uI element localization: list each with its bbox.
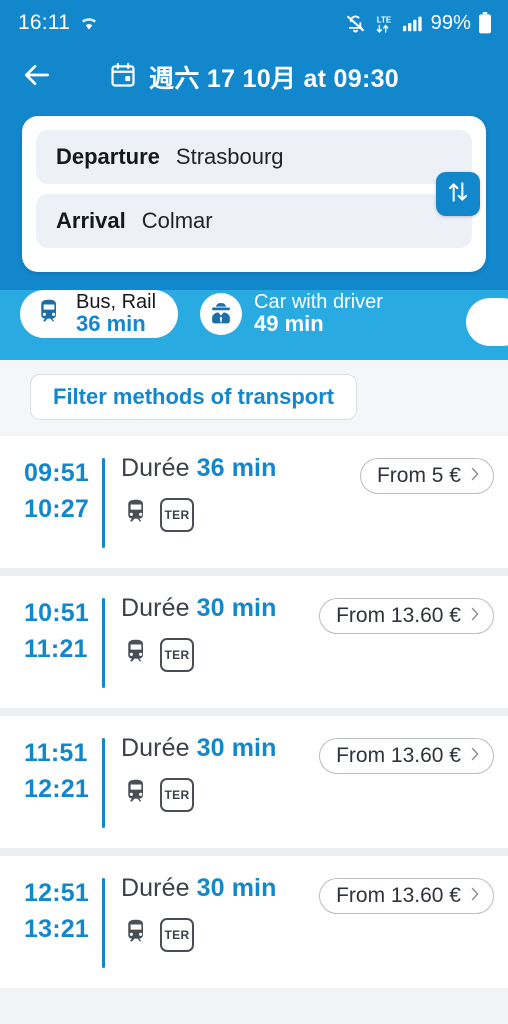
transport-mode-duration: 36 min [76, 310, 146, 336]
swap-vertical-icon [445, 179, 471, 210]
journey-price-button[interactable]: From 13.60 € [319, 878, 494, 914]
journey-times: 12:51 13:21 [16, 874, 102, 947]
departure-value: Strasbourg [175, 144, 284, 169]
chevron-right-icon [469, 606, 481, 627]
arrival-value: Colmar [141, 208, 213, 233]
duration-label: Durée [121, 594, 190, 622]
journey-badges: TER [121, 917, 492, 952]
wifi-icon [79, 13, 99, 33]
battery-full-icon [478, 12, 492, 34]
transport-mode-chip-bus-rail[interactable]: Bus, Rail 36 min [20, 290, 179, 338]
arrival-field[interactable]: Arrival Colmar [36, 194, 472, 248]
lte-network-icon: LTE [373, 13, 395, 34]
departure-field[interactable]: Departure Strasbourg [36, 130, 472, 184]
calendar-icon [109, 61, 137, 94]
battery-percent-label: 99% [430, 11, 471, 34]
back-arrow-icon [21, 59, 53, 96]
app-root: 16:11 LTE 99% 週六 17 10月 at 09:30 Departu… [0, 0, 508, 1024]
departure-time: 11:51 [24, 739, 88, 767]
duration-label: Durée [121, 874, 190, 902]
departure-time: 10:51 [24, 599, 89, 627]
mute-bell-icon [345, 13, 366, 34]
journey-times: 09:51 10:27 [16, 454, 102, 527]
status-bar: 16:11 LTE 99% [0, 0, 508, 46]
search-zone: Departure Strasbourg Arrival Colmar [0, 108, 508, 290]
signal-bars-icon [402, 13, 424, 33]
journey-price-label: From 13.60 € [336, 884, 461, 907]
departure-time: 12:51 [24, 879, 89, 907]
status-bar-left: 16:11 [18, 11, 99, 35]
arrival-label: Arrival [56, 208, 126, 233]
transport-modes-bar: Bus, Rail 36 min Car with driver 49 min [0, 290, 508, 360]
chevron-right-icon [469, 746, 481, 767]
filter-bar: Filter methods of transport [0, 360, 508, 436]
more-transport-icon [472, 301, 508, 343]
transport-mode-chip-next-partial[interactable] [466, 298, 508, 346]
journey-result-row[interactable]: 11:51 12:21 Durée 30 min TER From 13.60 … [0, 716, 508, 848]
journey-badges: TER [121, 637, 492, 672]
app-header: 週六 17 10月 at 09:30 [0, 46, 508, 108]
arrival-time: 10:27 [24, 494, 89, 523]
chevron-right-icon [469, 886, 481, 907]
duration-label: Durée [121, 454, 190, 482]
status-bar-clock: 16:11 [18, 11, 70, 34]
journey-price-label: From 5 € [376, 464, 461, 487]
journey-search-card: Departure Strasbourg Arrival Colmar [22, 116, 486, 272]
duration-value: 30 min [196, 594, 277, 622]
journey-price-button[interactable]: From 13.60 € [319, 598, 494, 634]
journey-price-label: From 13.60 € [336, 604, 461, 627]
train-icon [121, 917, 151, 952]
train-icon [121, 497, 151, 532]
journey-timeline-bar [102, 738, 105, 828]
departure-label: Departure [56, 144, 160, 169]
journey-times: 10:51 11:21 [16, 594, 102, 667]
transport-mode-chip-bus-rail-text: Bus, Rail 36 min [76, 292, 156, 336]
operator-badge: TER [160, 917, 194, 952]
journey-price-button[interactable]: From 13.60 € [319, 738, 494, 774]
status-bar-right: LTE 99% [345, 12, 492, 35]
page-title: 週六 17 10月 at 09:30 [149, 65, 399, 93]
operator-badge: TER [160, 497, 194, 532]
journey-result-row[interactable]: 10:51 11:21 Durée 30 min TER From 13.60 … [0, 576, 508, 708]
filter-methods-button[interactable]: Filter methods of transport [30, 374, 358, 420]
swap-stations-button[interactable] [436, 172, 480, 216]
operator-badge: TER [160, 777, 194, 812]
departure-time: 09:51 [24, 459, 89, 487]
journey-badges: TER [121, 777, 492, 812]
transport-mode-label: Car with driver [254, 291, 383, 314]
svg-text:LTE: LTE [376, 15, 391, 24]
journey-price-button[interactable]: From 5 € [359, 458, 494, 494]
arrival-time: 11:21 [24, 634, 88, 663]
transport-mode-chip-car-with-driver-text: Car with driver 49 min [254, 292, 383, 336]
duration-value: 30 min [196, 874, 277, 902]
duration-value: 36 min [196, 454, 277, 482]
chevron-right-icon [469, 466, 481, 487]
arrival-time: 13:21 [24, 914, 89, 943]
header-date-selector[interactable]: 週六 17 10月 at 09:30 [0, 46, 508, 108]
journey-times: 11:51 12:21 [16, 734, 102, 807]
journey-timeline-bar [102, 598, 105, 688]
duration-label: Durée [121, 734, 190, 762]
train-icon [121, 637, 151, 672]
transport-mode-label: Bus, Rail [76, 291, 157, 314]
journey-timeline-bar [102, 458, 105, 548]
journey-timeline-bar [102, 878, 105, 968]
train-icon [121, 777, 151, 812]
duration-value: 30 min [196, 734, 277, 762]
journey-results-list: 09:51 10:27 Durée 36 min TER From 5 € 10… [0, 436, 508, 988]
back-button[interactable] [18, 58, 56, 96]
journey-price-label: From 13.60 € [336, 744, 461, 767]
journey-badges: TER [121, 497, 492, 532]
transport-modes-scroller[interactable]: Bus, Rail 36 min Car with driver 49 min [0, 290, 508, 338]
operator-badge: TER [160, 637, 194, 672]
chauffeur-icon [200, 293, 243, 335]
train-icon [34, 297, 64, 332]
transport-mode-duration: 49 min [254, 310, 324, 336]
arrival-time: 12:21 [24, 774, 89, 803]
transport-mode-chip-car-with-driver[interactable]: Car with driver 49 min [200, 290, 383, 338]
journey-result-row[interactable]: 12:51 13:21 Durée 30 min TER From 13.60 … [0, 856, 508, 988]
journey-result-row[interactable]: 09:51 10:27 Durée 36 min TER From 5 € [0, 436, 508, 568]
